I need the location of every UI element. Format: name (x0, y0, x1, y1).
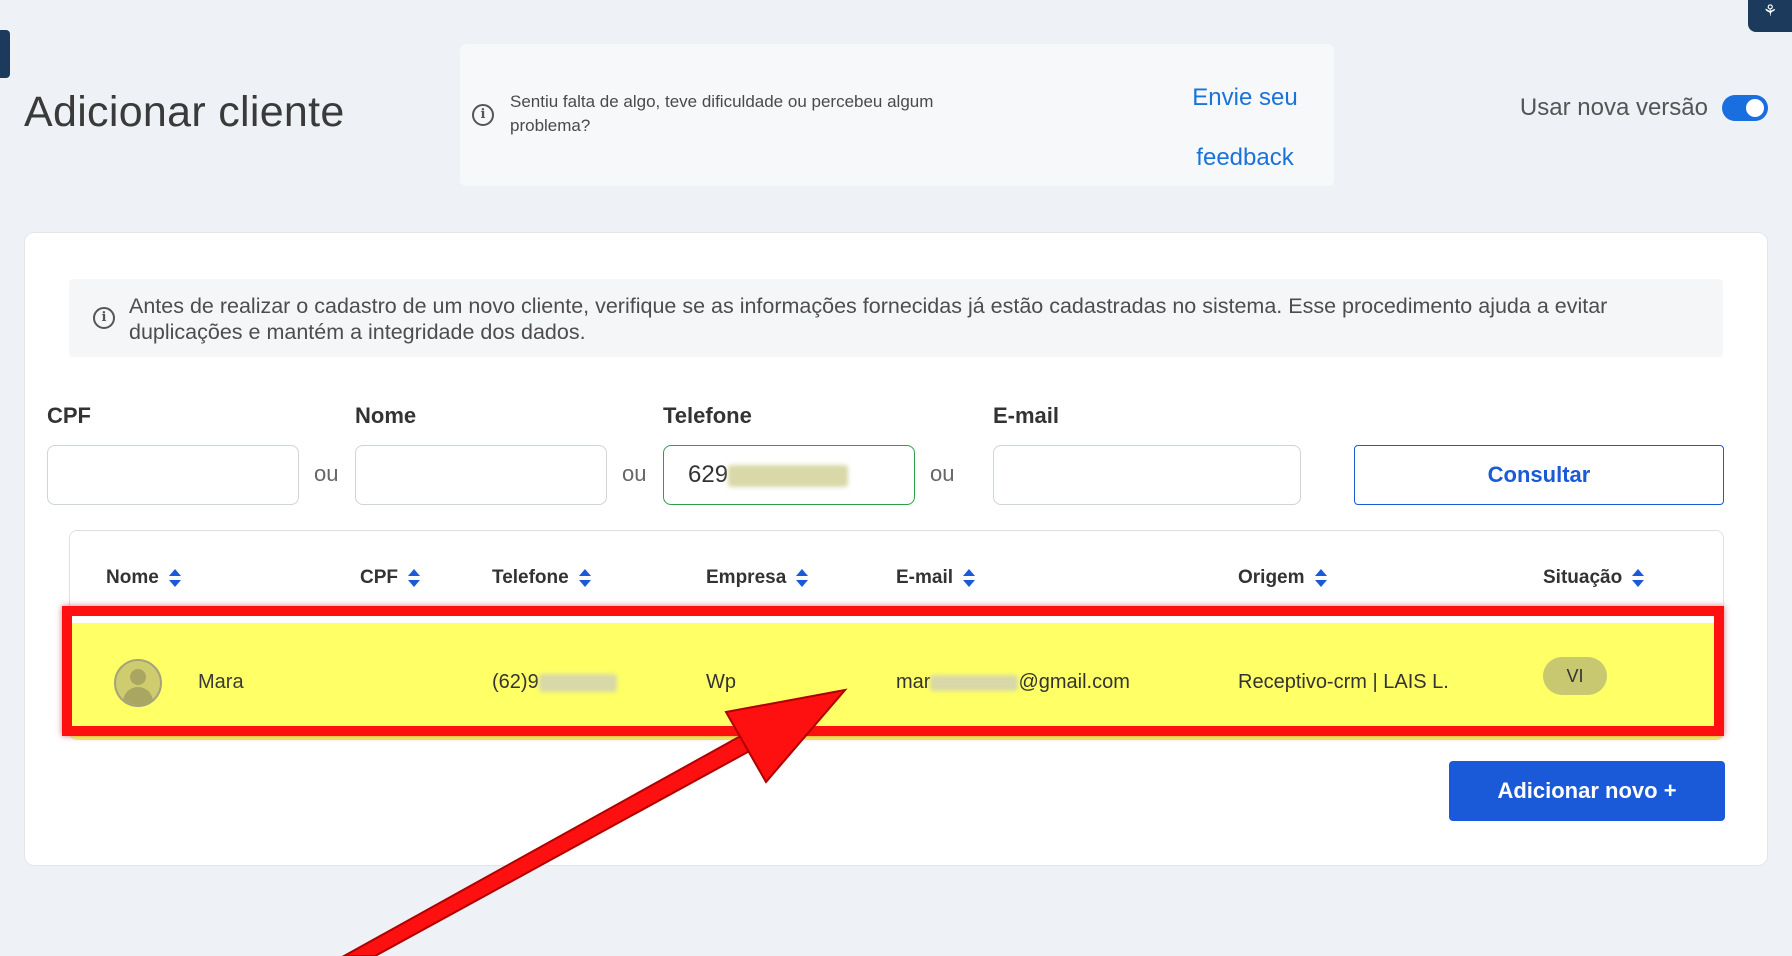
page-title: Adicionar cliente (24, 88, 345, 136)
or-separator: ou (930, 461, 955, 486)
redacted-phone (538, 673, 617, 692)
or-separator: ou (314, 461, 339, 486)
toggle-knob (1746, 99, 1764, 117)
cpf-label: CPF (47, 403, 91, 428)
header-cpf[interactable]: CPF (360, 567, 420, 589)
duplicate-notice: i Antes de realizar o cadastro de um nov… (69, 279, 1723, 357)
nome-label: Nome (355, 403, 417, 428)
feedback-text: Sentiu falta de algo, teve dificuldade o… (510, 92, 934, 135)
or-separator: ou (622, 461, 647, 486)
notice-text: Antes de realizar o cadastro de um novo … (129, 294, 1608, 344)
sort-icon[interactable] (168, 568, 181, 588)
cell-nome: Mara (198, 671, 244, 693)
nome-input[interactable] (355, 445, 607, 505)
info-icon: i (93, 307, 115, 329)
header-telefone[interactable]: Telefone (492, 567, 591, 589)
redacted-email (930, 674, 1019, 691)
header-origem[interactable]: Origem (1238, 567, 1327, 589)
sort-icon[interactable] (1632, 568, 1645, 588)
add-client-card: i Antes de realizar o cadastro de um nov… (24, 232, 1768, 866)
sort-icon[interactable] (796, 568, 809, 588)
accessibility-icon[interactable]: ⚘ (1748, 0, 1792, 32)
header-nome[interactable]: Nome (106, 567, 181, 589)
telefone-input-value: 629 (688, 461, 729, 488)
new-version-toggle[interactable] (1722, 95, 1768, 121)
telefone-label: Telefone (663, 403, 752, 428)
new-version-toggle-group: Usar nova versão (1520, 94, 1768, 122)
feedback-link-line1: Envie seu (1192, 84, 1298, 111)
cell-telefone: (62)9 (492, 671, 617, 694)
avatar-body (123, 687, 153, 705)
avatar (114, 659, 162, 707)
side-edge-tab[interactable] (0, 30, 10, 78)
sort-icon[interactable] (963, 568, 976, 588)
info-icon: i (472, 104, 494, 126)
add-new-button[interactable]: Adicionar novo + (1449, 761, 1725, 821)
feedback-link-line2: feedback (1196, 144, 1294, 171)
consult-button[interactable]: Consultar (1354, 445, 1724, 505)
new-version-label: Usar nova versão (1519, 94, 1708, 121)
feedback-banner: i Sentiu falta de algo, teve dificuldade… (460, 44, 1334, 186)
sort-icon[interactable] (1314, 568, 1327, 588)
telefone-input[interactable]: 629 (663, 445, 915, 505)
sort-icon[interactable] (578, 568, 591, 588)
cell-email: mar @gmail.com (896, 671, 1130, 693)
header-email[interactable]: E-mail (896, 567, 976, 589)
sort-icon[interactable] (408, 568, 420, 588)
cell-empresa: Wp (706, 671, 736, 693)
status-badge: VI (1543, 657, 1607, 695)
cpf-input[interactable] (47, 445, 299, 505)
send-feedback-link[interactable]: Envie seu feedback (1120, 68, 1370, 188)
avatar-head (130, 669, 146, 685)
header-empresa[interactable]: Empresa (706, 567, 809, 589)
email-input[interactable] (993, 445, 1301, 505)
cell-origem: Receptivo-crm | LAIS L. (1238, 671, 1449, 693)
email-label: E-mail (993, 403, 1060, 428)
header-situacao[interactable]: Situação (1543, 567, 1645, 589)
redacted-phone (728, 464, 849, 487)
table-row[interactable]: Mara (62)9 Wp mar @gmail.com Receptivo-cr… (70, 623, 1723, 739)
client-results-table: Nome CPF Telefone Empresa E-mail Origem … (69, 530, 1724, 740)
